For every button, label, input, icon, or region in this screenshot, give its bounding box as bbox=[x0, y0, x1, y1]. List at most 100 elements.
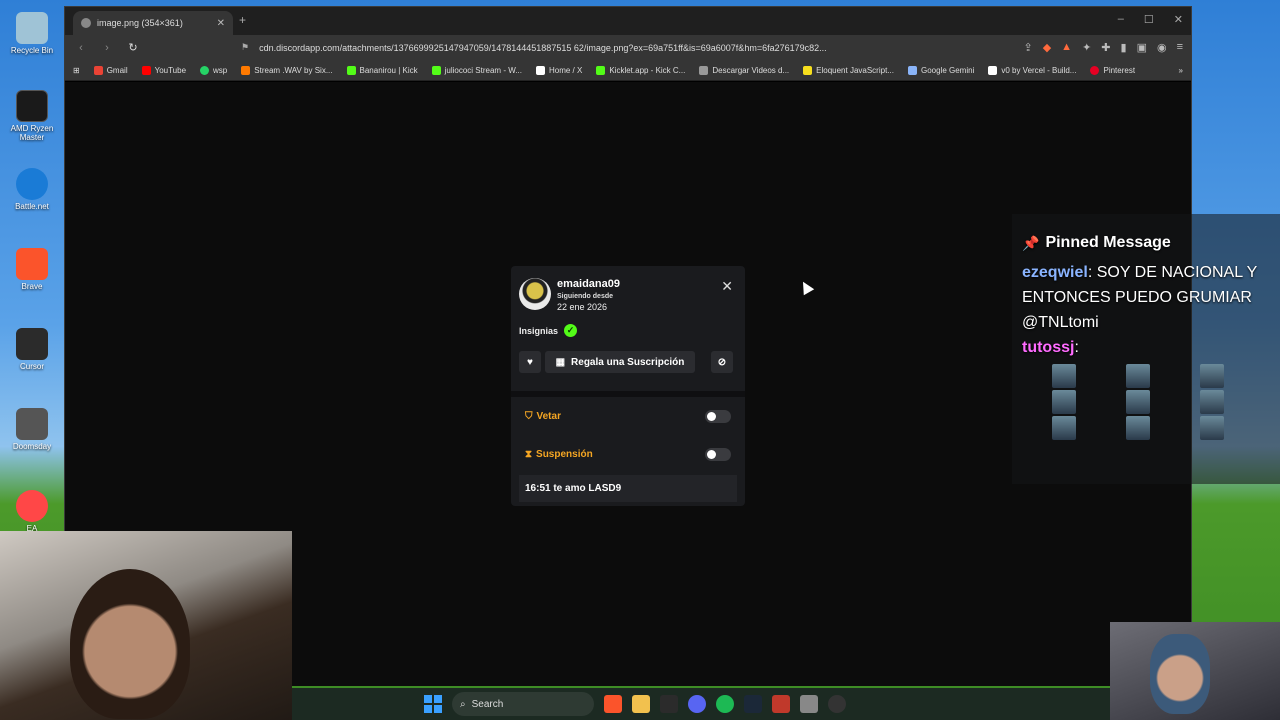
extension-icon[interactable]: ✦ bbox=[1082, 41, 1091, 54]
menu-icon[interactable]: ≡ bbox=[1177, 41, 1183, 54]
chat-message: 16:51 te amo LASD9 bbox=[519, 475, 737, 502]
soundcloud-icon bbox=[241, 65, 251, 75]
emote bbox=[1052, 390, 1076, 414]
emote bbox=[1126, 416, 1150, 440]
follow-button[interactable]: ♥ bbox=[519, 351, 541, 373]
desktop-icon-brave[interactable]: Brave bbox=[6, 248, 58, 291]
emote bbox=[1052, 364, 1076, 388]
kick-icon bbox=[346, 65, 356, 75]
address-bar[interactable]: ⚑ cdn.discordapp.com/attachments/1376699… bbox=[241, 39, 891, 57]
forward-icon[interactable]: › bbox=[99, 42, 115, 54]
bookmark-bananirou[interactable]: Bananirou | Kick bbox=[346, 65, 418, 75]
tab-bar: image.png (354×361) ✕ + – ☐ ✕ bbox=[65, 7, 1191, 35]
emote bbox=[1200, 390, 1224, 414]
bookmark-icon[interactable]: ⚑ bbox=[241, 42, 249, 53]
file-explorer-icon[interactable] bbox=[632, 695, 650, 713]
recording-app-icon[interactable] bbox=[772, 695, 790, 713]
brave-icon bbox=[16, 248, 48, 280]
timeout-label: Suspensión bbox=[536, 448, 593, 460]
avatar bbox=[519, 278, 551, 310]
mute-icon: ⊘ bbox=[717, 356, 727, 368]
bookmark-juliococi[interactable]: juliococi Stream - W... bbox=[431, 65, 522, 75]
taskbar: ⌕ Search bbox=[292, 688, 1110, 720]
spotify-icon[interactable] bbox=[716, 695, 734, 713]
desktop-icon-cursor[interactable]: Cursor bbox=[6, 328, 58, 371]
new-tab-button[interactable]: + bbox=[239, 13, 246, 27]
discord-icon[interactable] bbox=[688, 695, 706, 713]
sidebar-icon[interactable]: ▮ bbox=[1121, 41, 1127, 54]
emote bbox=[1200, 416, 1224, 440]
webcam-guest bbox=[1110, 622, 1280, 720]
more-bookmarks-icon[interactable]: » bbox=[1179, 66, 1183, 75]
gift-subscription-label: Regala una Suscripción bbox=[571, 356, 685, 368]
bookmark-gmail[interactable]: Gmail bbox=[93, 65, 128, 75]
pinned-title: Pinned Message bbox=[1045, 234, 1171, 251]
cursor-taskbar-icon[interactable] bbox=[660, 695, 678, 713]
close-window-icon[interactable]: ✕ bbox=[1174, 13, 1183, 26]
kicklet-icon bbox=[596, 65, 606, 75]
bookmark-x[interactable]: Home / X bbox=[535, 65, 582, 75]
ban-row: ⛉ Vetar bbox=[511, 397, 745, 435]
bookmark-eloquent-js[interactable]: Eloquent JavaScript... bbox=[803, 65, 894, 75]
steam-icon[interactable] bbox=[744, 695, 762, 713]
brave-taskbar-icon[interactable] bbox=[604, 695, 622, 713]
doomsday-icon bbox=[16, 408, 48, 440]
chat-line-2: tutossj: bbox=[1022, 339, 1079, 356]
ban-toggle[interactable] bbox=[705, 409, 731, 423]
x-icon bbox=[535, 65, 545, 75]
share-icon[interactable]: ⇪ bbox=[1023, 41, 1032, 54]
bookmark-stream-wav[interactable]: Stream .WAV by Six... bbox=[241, 65, 333, 75]
wallet-icon[interactable]: ▣ bbox=[1137, 41, 1147, 54]
bookmark-descargar[interactable]: Descargar Videos d... bbox=[699, 65, 789, 75]
js-icon bbox=[803, 65, 813, 75]
maximize-icon[interactable]: ☐ bbox=[1144, 13, 1154, 26]
globe-icon bbox=[81, 18, 91, 28]
tab-title: image.png (354×361) bbox=[97, 18, 183, 28]
ea-icon bbox=[16, 490, 48, 522]
emote bbox=[1052, 416, 1076, 440]
user-info: emaidana09 Siguiendo desde 22 ene 2026 bbox=[557, 278, 620, 312]
mute-button[interactable]: ⊘ bbox=[711, 351, 733, 373]
desktop-icon-doomsday[interactable]: Doomsday bbox=[6, 408, 58, 451]
brave-rewards-icon[interactable]: ▲ bbox=[1061, 41, 1072, 54]
card-header: emaidana09 Siguiendo desde 22 ene 2026 ✕ bbox=[511, 266, 745, 312]
user-card: emaidana09 Siguiendo desde 22 ene 2026 ✕… bbox=[511, 266, 745, 506]
desktop-icon-amd-ryzen-master[interactable]: AMD Ryzen Master bbox=[6, 90, 58, 142]
taskbar-search[interactable]: ⌕ Search bbox=[452, 692, 594, 716]
bookmark-youtube[interactable]: YouTube bbox=[141, 65, 186, 75]
puzzle-icon[interactable]: ✚ bbox=[1101, 41, 1110, 54]
minimize-icon[interactable]: – bbox=[1118, 13, 1124, 26]
apps-grid-icon[interactable]: ⊞ bbox=[73, 66, 80, 75]
camera-icon[interactable] bbox=[800, 695, 818, 713]
heart-icon: ♥ bbox=[527, 356, 533, 368]
amd-ryzen-icon bbox=[16, 90, 48, 122]
tab-image[interactable]: image.png (354×361) ✕ bbox=[73, 11, 233, 35]
bookmarks-bar: ⊞ Gmail YouTube wsp Stream .WAV by Six..… bbox=[65, 60, 1191, 81]
gift-subscription-button[interactable]: ▦ Regala una Suscripción bbox=[545, 351, 695, 373]
username[interactable]: emaidana09 bbox=[557, 278, 620, 290]
hourglass-icon: ⧗ bbox=[525, 448, 533, 460]
gemini-icon bbox=[907, 65, 917, 75]
badges-section: Insignias ✓ bbox=[511, 312, 745, 337]
bookmark-pinterest[interactable]: Pinterest bbox=[1090, 65, 1135, 75]
gift-icon: ▦ bbox=[555, 356, 566, 368]
close-tab-icon[interactable]: ✕ bbox=[217, 18, 225, 29]
obs-icon[interactable] bbox=[828, 695, 846, 713]
vpn-icon[interactable]: ◉ bbox=[1157, 41, 1167, 54]
timeout-toggle[interactable] bbox=[705, 447, 731, 461]
back-icon[interactable]: ‹ bbox=[73, 42, 89, 54]
windows-start-icon[interactable] bbox=[424, 695, 442, 713]
close-icon[interactable]: ✕ bbox=[721, 278, 733, 295]
brave-shield-icon[interactable]: ◆ bbox=[1043, 41, 1051, 54]
gmail-icon bbox=[93, 65, 103, 75]
bookmark-v0[interactable]: v0 by Vercel - Build... bbox=[988, 65, 1076, 75]
desktop-icon-battlenet[interactable]: Battle.net bbox=[6, 168, 58, 211]
guest-face bbox=[1150, 634, 1210, 714]
v0-icon bbox=[988, 65, 998, 75]
bookmark-kicklet[interactable]: Kicklet.app - Kick C... bbox=[596, 65, 685, 75]
bookmark-gemini[interactable]: Google Gemini bbox=[907, 65, 974, 75]
reload-icon[interactable]: ↻ bbox=[125, 41, 141, 54]
desktop-icon-ea[interactable]: EA bbox=[6, 490, 58, 533]
bookmark-wsp[interactable]: wsp bbox=[200, 65, 227, 75]
desktop-icon-recycle-bin[interactable]: Recycle Bin bbox=[6, 12, 58, 55]
